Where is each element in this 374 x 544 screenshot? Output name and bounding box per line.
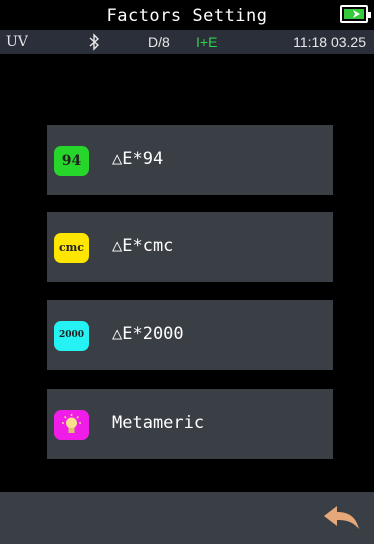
- charging-bolt-icon: [348, 10, 360, 18]
- bulb-icon: [54, 410, 89, 440]
- illuminant-indicator: UV: [6, 34, 28, 50]
- geometry-indicator: D/8: [148, 34, 170, 50]
- menu-item-label: △E*cmc: [112, 236, 174, 256]
- battery-icon: [340, 5, 371, 23]
- menu-item-label: △E*2000: [112, 324, 184, 344]
- decmc-badge-icon: cmc: [54, 233, 89, 263]
- mode-indicator: I+E: [196, 34, 218, 50]
- title-bar: Factors Setting: [0, 0, 374, 30]
- page-title: Factors Setting: [106, 6, 268, 26]
- menu-item-de2000[interactable]: 2000 △E*2000: [47, 300, 333, 370]
- menu-item-decmc[interactable]: cmc △E*cmc: [47, 212, 333, 282]
- menu-item-de94[interactable]: 94 △E*94: [47, 125, 333, 195]
- status-bar: UV D/8 I+E 11:18 03.25: [0, 30, 374, 54]
- back-arrow-icon[interactable]: [322, 503, 362, 535]
- bottom-bar: [0, 492, 374, 544]
- menu-item-label: Metameric: [112, 413, 205, 433]
- clock: 11:18 03.25: [293, 34, 366, 50]
- menu-item-metameric[interactable]: Metameric: [47, 389, 333, 459]
- de2000-badge-icon: 2000: [54, 321, 89, 351]
- bluetooth-icon: [89, 33, 100, 51]
- de94-badge-icon: 94: [54, 146, 89, 176]
- menu-item-label: △E*94: [112, 149, 164, 169]
